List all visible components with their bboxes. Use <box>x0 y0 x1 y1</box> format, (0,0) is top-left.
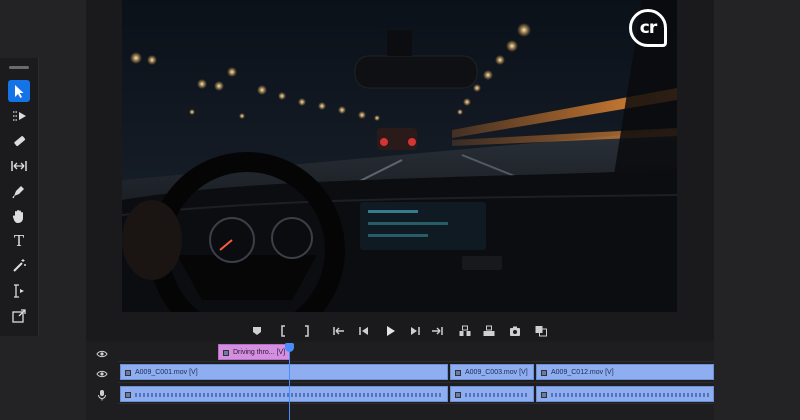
fx-badge-icon <box>125 370 131 376</box>
program-monitor-video[interactable] <box>122 0 677 312</box>
eye-icon <box>96 350 108 358</box>
audio-clip[interactable] <box>536 386 714 402</box>
track-divider <box>118 403 714 404</box>
title-track-visibility[interactable] <box>94 347 110 361</box>
step-back-icon <box>359 327 368 335</box>
transport-controls <box>248 320 558 342</box>
mark-in-icon <box>281 325 285 337</box>
audio-waveform <box>551 393 709 397</box>
playhead-line <box>289 346 290 420</box>
fx-badge-icon <box>455 370 461 376</box>
selection-tool[interactable] <box>8 80 30 102</box>
ripple-edit-icon <box>11 161 27 171</box>
fx-badge-icon <box>541 370 547 376</box>
mark-in-button[interactable] <box>274 322 292 340</box>
audio-track-mic[interactable] <box>94 388 110 402</box>
track-divider <box>118 361 714 362</box>
editor-window: cr T Driving thro... [V] A009_C001.mov [… <box>0 0 800 420</box>
video-clip[interactable]: A009_C001.mov [V] <box>120 364 448 380</box>
track-select-tool[interactable] <box>8 105 30 127</box>
camera-icon <box>510 326 520 336</box>
step-forward-icon <box>411 327 420 335</box>
export-frame-icon <box>12 309 26 323</box>
type-tool[interactable]: T <box>8 230 30 252</box>
video-clip[interactable]: A009_C003.mov [V] <box>450 364 534 380</box>
insert-icon <box>459 325 471 336</box>
slip-tool[interactable] <box>8 280 30 302</box>
type-icon: T <box>13 232 24 250</box>
audio-clip[interactable] <box>120 386 448 402</box>
fx-badge-icon <box>223 350 229 356</box>
overwrite-button[interactable] <box>480 322 498 340</box>
clip-label: A009_C012.mov [V] <box>551 369 614 376</box>
video-track-visibility[interactable] <box>94 367 110 381</box>
clip-label: A009_C003.mov [V] <box>465 369 528 376</box>
clip-label: Driving thro... [V] <box>233 349 286 356</box>
comparison-view-button[interactable] <box>532 322 550 340</box>
fx-badge-icon <box>125 392 131 398</box>
razor-tool[interactable] <box>8 130 30 152</box>
export-frame-button[interactable] <box>506 322 524 340</box>
hand-icon <box>12 210 23 223</box>
video-clip[interactable]: A009_C012.mov [V] <box>536 364 714 380</box>
panel-grip[interactable] <box>9 66 29 69</box>
marker-icon <box>253 327 261 335</box>
eye-icon <box>96 370 108 378</box>
fx-badge-icon <box>541 392 547 398</box>
mark-out-icon <box>305 325 309 337</box>
magic-wand-icon <box>13 259 26 272</box>
play-button[interactable] <box>381 322 399 340</box>
add-marker-button[interactable] <box>248 322 266 340</box>
razor-icon <box>14 136 26 147</box>
microphone-icon <box>98 390 106 401</box>
audio-clip[interactable] <box>450 386 534 402</box>
arrow-select-icon <box>15 85 24 98</box>
tools-panel: T <box>0 58 39 336</box>
go-to-out-button[interactable] <box>428 322 446 340</box>
slip-icon <box>14 284 24 298</box>
overwrite-icon <box>483 325 495 336</box>
magic-wand-tool[interactable] <box>8 255 30 277</box>
export-frame-tool[interactable] <box>8 305 30 327</box>
fx-badge-icon <box>455 392 461 398</box>
go-to-in-button[interactable] <box>330 322 348 340</box>
title-clip[interactable]: Driving thro... [V] <box>218 344 290 360</box>
cr-logo: cr <box>629 9 667 47</box>
night-driving-frame <box>122 0 677 312</box>
track-divider <box>118 382 714 383</box>
audio-waveform <box>465 393 529 397</box>
hand-tool[interactable] <box>8 205 30 227</box>
pen-icon <box>12 186 24 199</box>
compare-icon <box>535 326 547 337</box>
insert-button[interactable] <box>456 322 474 340</box>
timeline-panel <box>86 342 714 420</box>
pen-tool[interactable] <box>8 180 30 202</box>
clip-label: A009_C001.mov [V] <box>135 369 198 376</box>
track-select-icon <box>13 111 26 121</box>
step-forward-button[interactable] <box>406 322 424 340</box>
ripple-edit-tool[interactable] <box>8 155 30 177</box>
go-to-in-icon <box>333 327 344 335</box>
play-icon <box>387 326 395 336</box>
step-back-button[interactable] <box>355 322 373 340</box>
go-to-out-icon <box>432 327 443 335</box>
playhead-handle[interactable] <box>285 343 294 352</box>
mark-out-button[interactable] <box>298 322 316 340</box>
